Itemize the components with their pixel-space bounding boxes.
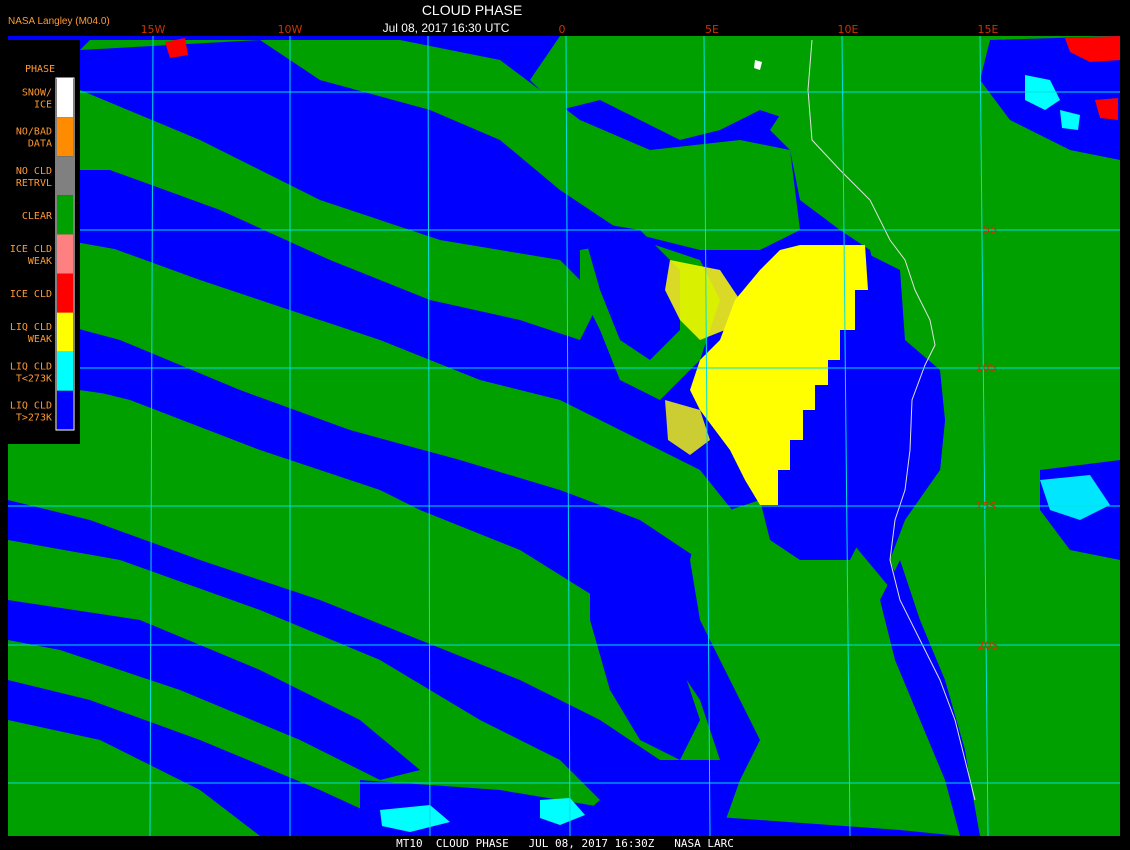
legend-swatch-3 — [57, 195, 73, 235]
legend-label-5-0: ICE CLD — [10, 289, 52, 300]
legend-swatch-5 — [57, 273, 73, 313]
legend-label-1-1: DATA — [28, 139, 52, 150]
lat-label-5s: 5S — [983, 223, 997, 236]
lat-label-10s: 10S — [976, 361, 997, 374]
legend-label-8-1: T>273K — [16, 412, 52, 423]
lon-label-0: 0 — [559, 23, 566, 36]
legend-label-6-1: WEAK — [28, 334, 52, 345]
phase-legend: PHASE SNOW/ICE NO/BADDATA NO CLDRETRVL CLEA… — [8, 40, 80, 444]
legend-swatch-8 — [57, 390, 73, 430]
legend-swatch-1 — [57, 117, 73, 157]
legend-swatch-6 — [57, 312, 73, 352]
cloud-phase-map: NASA Langley (M04.0) CLOUD PHASE Jul 08,… — [0, 0, 1130, 850]
lon-label-15w: 15W — [141, 23, 166, 36]
legend-label-3-0: CLEAR — [22, 211, 53, 222]
source-label: NASA Langley (M04.0) — [8, 16, 110, 27]
legend-swatch-7 — [57, 351, 73, 391]
lat-label-20s: 20S — [978, 639, 999, 652]
legend-label-8-0: LIQ CLD — [10, 400, 52, 411]
legend-label-4-0: ICE CLD — [10, 244, 52, 255]
legend-label-0-1: ICE — [34, 100, 52, 111]
lon-label-10e: 10E — [838, 23, 859, 36]
legend-label-4-1: WEAK — [28, 256, 52, 267]
legend-label-0-0: SNOW/ — [22, 88, 52, 99]
legend-label-7-1: T<273K — [16, 373, 52, 384]
legend-label-7-0: LIQ CLD — [10, 361, 52, 372]
footer-caption: MT10 CLOUD PHASE JUL 08, 2017 16:30Z NAS… — [396, 837, 734, 850]
legend-swatch-4 — [57, 234, 73, 274]
legend-label-2-1: RETRVL — [16, 178, 52, 189]
map-title: CLOUD PHASE — [422, 2, 522, 18]
lon-label-5e: 5E — [705, 23, 719, 36]
legend-items: SNOW/ICE NO/BADDATA NO CLDRETRVL CLEAR ICE C… — [10, 78, 73, 430]
legend-label-2-0: NO CLD — [16, 166, 52, 177]
map-datetime: Jul 08, 2017 16:30 UTC — [383, 21, 510, 35]
legend-label-6-0: LIQ CLD — [10, 322, 52, 333]
lon-label-10w: 10W — [278, 23, 303, 36]
legend-label-1-0: NO/BAD — [16, 127, 52, 138]
legend-swatch-0 — [57, 78, 73, 118]
legend-title: PHASE — [25, 64, 55, 75]
lon-label-15e: 15E — [978, 23, 999, 36]
lat-label-15s: 15S — [976, 500, 997, 513]
legend-swatch-2 — [57, 156, 73, 196]
